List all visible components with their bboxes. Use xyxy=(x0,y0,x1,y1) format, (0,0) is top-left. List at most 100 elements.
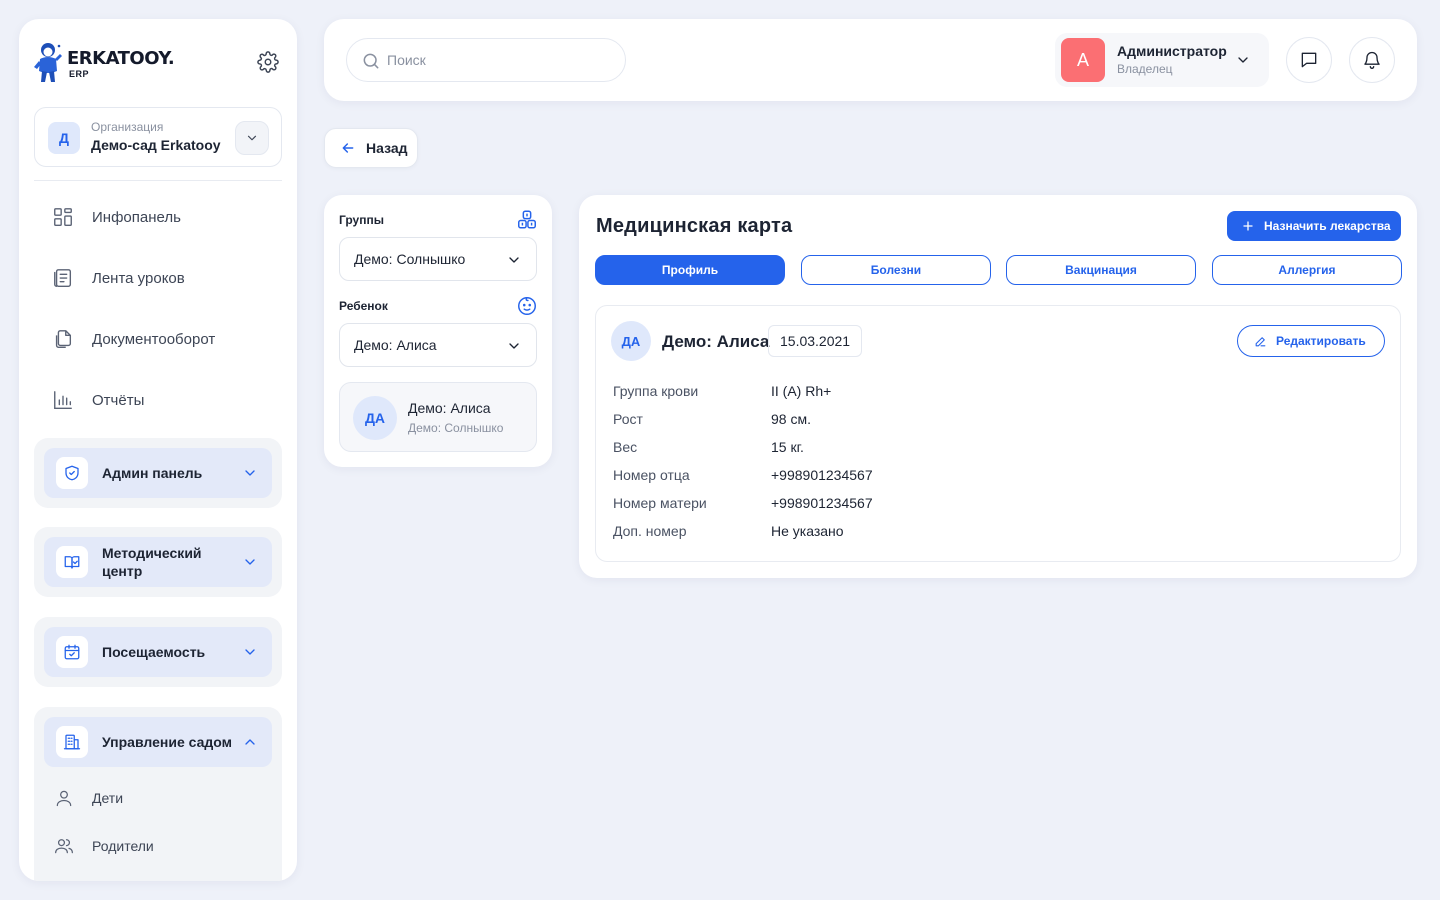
brand-subtitle: ERP xyxy=(69,69,90,79)
child-select[interactable]: Демо: Алиса xyxy=(339,323,537,367)
sidebar-group-admin: Админ панель xyxy=(34,438,282,508)
sidebar: ERKATOOY. ERP Д Организация Демо-сад Erk… xyxy=(19,19,297,881)
assign-medication-label: Назначить лекарства xyxy=(1264,219,1391,233)
tab-profile[interactable]: Профиль xyxy=(595,255,785,285)
child-name: Демо: Алиса xyxy=(408,400,491,416)
info-key: Номер матери xyxy=(613,495,707,511)
tab-diseases[interactable]: Болезни xyxy=(801,255,991,285)
info-key: Номер отца xyxy=(613,467,690,483)
user-role: Владелец xyxy=(1117,62,1173,76)
info-key: Доп. номер xyxy=(613,523,687,539)
search-box[interactable] xyxy=(346,38,626,82)
reports-chart-icon xyxy=(54,391,72,409)
chevron-down-icon xyxy=(245,559,255,565)
group-select-value: Демо: Солнышко xyxy=(354,251,466,267)
sidebar-group-management: Управление садом Дети Родители xyxy=(34,707,282,881)
info-value: Не указано xyxy=(771,523,844,539)
edit-button-label: Редактировать xyxy=(1276,334,1366,348)
sidebar-item-label: Инфопанель xyxy=(92,208,181,226)
chat-icon xyxy=(1301,52,1317,68)
brand-name: ERKATOOY. xyxy=(67,48,175,69)
sidebar-item-dashboard[interactable]: Инфопанель xyxy=(34,196,282,238)
child-profile-card: ДА Демо: Алиса 15.03.2021 Редактировать … xyxy=(595,305,1401,562)
settings-gear-icon[interactable] xyxy=(257,51,279,73)
sidebar-item-documents[interactable]: Документооборот xyxy=(34,318,282,360)
users-icon xyxy=(55,839,73,854)
chevron-down-icon xyxy=(1238,57,1248,63)
shield-icon xyxy=(65,465,79,481)
organization-name: Демо-сад Erkatooy xyxy=(91,137,221,153)
plus-icon xyxy=(1243,221,1253,231)
child-group: Демо: Солнышко xyxy=(408,421,504,435)
info-key: Вес xyxy=(613,439,638,455)
sidebar-item-label: Отчёты xyxy=(92,391,145,409)
avatar: ДА xyxy=(611,321,651,361)
tab-allergy[interactable]: Аллергия xyxy=(1212,255,1402,285)
selected-child-card[interactable]: ДА Демо: Алиса Демо: Солнышко xyxy=(339,382,537,452)
arrow-left-icon xyxy=(342,143,354,153)
avatar: ДА xyxy=(353,396,397,440)
sidebar-item-label: Лента уроков xyxy=(92,269,185,287)
lessons-feed-icon xyxy=(54,269,72,287)
organization-selector[interactable]: Д Организация Демо-сад Erkatooy xyxy=(34,107,282,167)
info-value: +998901234567 xyxy=(771,495,873,511)
sidebar-group-management-toggle[interactable]: Управление садом xyxy=(44,717,272,767)
organization-avatar: Д xyxy=(48,122,80,154)
child-label: Ребенок xyxy=(339,299,388,313)
group-select[interactable]: Демо: Солнышко xyxy=(339,237,537,281)
documents-icon xyxy=(55,330,72,348)
book-icon xyxy=(64,556,80,569)
user-menu[interactable]: A Администратор Владелец xyxy=(1055,33,1269,87)
user-icon xyxy=(56,790,72,807)
sidebar-item-parents[interactable]: Родители xyxy=(54,828,254,864)
search-input[interactable] xyxy=(387,39,617,81)
info-value: +998901234567 xyxy=(771,467,873,483)
sidebar-group-label: Управление садом xyxy=(102,734,232,750)
sidebar-item-label: Дети xyxy=(92,790,124,806)
page-title: Медицинская карта xyxy=(596,215,793,237)
assign-medication-button[interactable]: Назначить лекарства xyxy=(1227,211,1401,241)
back-button[interactable]: Назад xyxy=(324,128,418,168)
brand-logo[interactable]: ERKATOOY. ERP xyxy=(33,41,175,85)
sidebar-group-label: Админ панель xyxy=(102,465,203,481)
sidebar-item-children[interactable]: Дети xyxy=(54,780,254,816)
organization-dropdown-button[interactable] xyxy=(235,121,269,155)
sidebar-item-reports[interactable]: Отчёты xyxy=(34,379,282,421)
child-filter-panel: Группы Демо: Солнышко Ребенок Демо: Алис… xyxy=(324,195,552,467)
medical-card-panel: Медицинская карта Назначить лекарства Пр… xyxy=(579,195,1417,578)
chevron-down-icon xyxy=(509,343,519,349)
organization-label: Организация xyxy=(91,120,164,134)
child-face-icon xyxy=(518,297,536,315)
edit-button[interactable]: Редактировать xyxy=(1237,325,1385,357)
sidebar-group-attendance-toggle[interactable]: Посещаемость xyxy=(44,627,272,677)
info-value: II (A) Rh+ xyxy=(771,383,832,399)
groups-label: Группы xyxy=(339,213,384,227)
search-icon xyxy=(363,53,379,69)
info-value: 15 кг. xyxy=(771,439,804,455)
kid-mascot-icon xyxy=(34,43,62,82)
sidebar-group-admin-toggle[interactable]: Админ панель xyxy=(44,448,272,498)
child-select-value: Демо: Алиса xyxy=(354,337,437,353)
info-value: 98 см. xyxy=(771,411,811,427)
sidebar-group-method: Методический центр xyxy=(34,527,282,597)
birth-date-badge: 15.03.2021 xyxy=(768,325,863,357)
tab-vaccination[interactable]: Вакцинация xyxy=(1006,255,1196,285)
top-header: A Администратор Владелец xyxy=(324,19,1417,101)
avatar: A xyxy=(1061,38,1105,82)
sidebar-group-label: Методический центр xyxy=(102,545,202,579)
sidebar-item-lessons-feed[interactable]: Лента уроков xyxy=(34,257,282,299)
calendar-check-icon xyxy=(64,644,80,660)
notifications-button[interactable] xyxy=(1349,37,1395,83)
user-name: Администратор xyxy=(1117,43,1227,59)
chevron-down-icon xyxy=(509,257,519,263)
info-key: Группа крови xyxy=(613,383,699,399)
sidebar-group-method-toggle[interactable]: Методический центр xyxy=(44,537,272,587)
sidebar-group-attendance: Посещаемость xyxy=(34,617,282,687)
chevron-down-icon xyxy=(245,470,255,476)
bell-icon xyxy=(1364,51,1380,69)
sidebar-item-label: Документооборот xyxy=(92,330,216,348)
pencil-icon xyxy=(1255,336,1266,346)
building-icon xyxy=(63,734,81,750)
chevron-up-icon xyxy=(245,739,255,745)
messages-button[interactable] xyxy=(1286,37,1332,83)
